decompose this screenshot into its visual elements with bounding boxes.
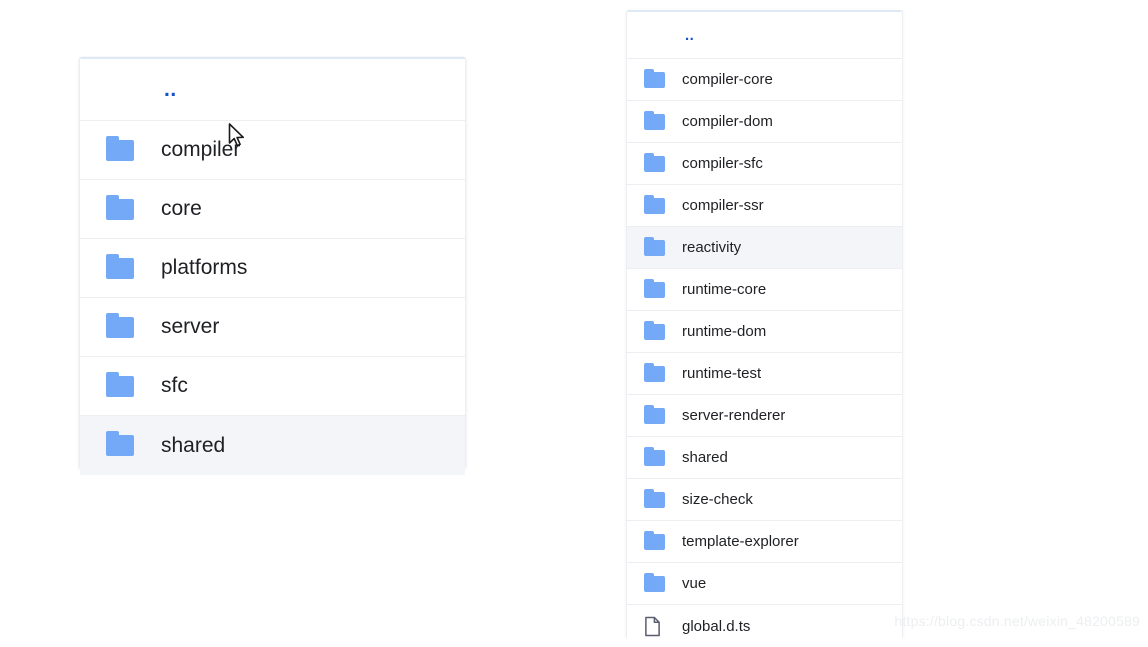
right-panel-list-item-label: compiler-ssr	[682, 197, 764, 214]
folder-icon	[644, 110, 682, 130]
folder-icon-glyph	[644, 110, 665, 130]
folder-icon	[644, 194, 682, 214]
folder-icon-glyph	[644, 572, 665, 592]
folder-icon-glyph	[106, 253, 134, 279]
folder-icon	[644, 446, 682, 466]
folder-icon-glyph	[106, 312, 134, 338]
folder-icon	[106, 135, 161, 161]
left-panel-list-item-label: sfc	[161, 374, 188, 397]
right-panel-parent-dir-link[interactable]: ..	[682, 28, 694, 43]
left-panel-list-item[interactable]: compiler	[80, 121, 465, 180]
right-panel-list-item[interactable]: compiler-sfc	[627, 143, 902, 185]
folder-icon-glyph	[644, 320, 665, 340]
folder-icon	[644, 152, 682, 172]
left-panel-list-item[interactable]: sfc	[80, 357, 465, 416]
folder-icon-glyph	[644, 446, 665, 466]
right-panel-list-item-label: runtime-core	[682, 281, 767, 298]
left-panel-list-item-label: server	[161, 315, 220, 338]
folder-icon-glyph	[644, 194, 665, 214]
right-panel-list-item[interactable]: runtime-core	[627, 269, 902, 311]
folder-icon-glyph	[644, 278, 665, 298]
right-panel-list-item-label: global.d.ts	[682, 617, 751, 635]
right-panel-list-item-label: compiler-core	[682, 71, 773, 88]
file-list-panel-right[interactable]: .. compiler-core compiler-dom compiler-sfc c…	[626, 10, 903, 647]
right-panel-list-item[interactable]: runtime-dom	[627, 311, 902, 353]
right-panel-list-item[interactable]: vue	[627, 563, 902, 605]
folder-icon	[106, 194, 161, 220]
right-panel-list-item-label: runtime-dom	[682, 323, 767, 340]
left-panel-list-item[interactable]: shared	[80, 416, 465, 475]
folder-icon	[644, 488, 682, 508]
folder-icon-glyph	[644, 152, 665, 172]
right-panel-list-item[interactable]: runtime-test	[627, 353, 902, 395]
right-panel-list-item-label: template-explorer	[682, 533, 799, 550]
file-icon	[644, 616, 682, 637]
watermark-url: https://blog.csdn.net/weixin_48200589	[894, 613, 1140, 629]
folder-icon-glyph	[106, 135, 134, 161]
folder-icon	[106, 371, 161, 397]
folder-icon	[106, 312, 161, 338]
left-panel-list-item-label: compiler	[161, 138, 241, 161]
left-panel-list-item-label: core	[161, 197, 202, 220]
right-panel-list-item-label: server-renderer	[682, 407, 786, 424]
folder-icon	[644, 68, 682, 88]
left-panel-list-item[interactable]: server	[80, 298, 465, 357]
right-panel-list-item-label: shared	[682, 449, 728, 466]
right-panel-list-item[interactable]: compiler-core	[627, 59, 902, 101]
right-panel-list-item[interactable]: compiler-ssr	[627, 185, 902, 227]
right-panel-list-item[interactable]: global.d.ts	[627, 605, 902, 647]
folder-icon-glyph	[644, 68, 665, 88]
left-panel-parent-dir-row[interactable]: ..	[80, 59, 465, 121]
folder-icon	[644, 320, 682, 340]
right-panel-list-item-label: vue	[682, 575, 707, 592]
folder-icon-glyph	[106, 431, 134, 456]
folder-icon	[644, 572, 682, 592]
folder-icon	[644, 404, 682, 424]
folder-icon	[106, 431, 161, 456]
folder-icon	[644, 236, 682, 256]
folder-icon	[106, 253, 161, 279]
folder-icon-glyph	[106, 371, 134, 397]
left-panel-parent-dir-link[interactable]: ..	[161, 79, 177, 100]
right-panel-parent-dir-row[interactable]: ..	[627, 12, 902, 59]
right-panel-list-item-label: compiler-sfc	[682, 155, 763, 172]
left-panel-list-item[interactable]: platforms	[80, 239, 465, 298]
folder-icon-glyph	[644, 530, 665, 550]
right-panel-list-item-label: reactivity	[682, 239, 742, 256]
file-list-panel-left[interactable]: .. compiler core platforms server sfc shared	[79, 57, 466, 475]
folder-icon	[644, 362, 682, 382]
folder-icon-glyph	[644, 488, 665, 508]
right-panel-list-item-label: size-check	[682, 491, 753, 508]
right-panel-list-item[interactable]: reactivity	[627, 227, 902, 269]
left-panel-list-item-label: platforms	[161, 256, 248, 279]
folder-icon	[644, 278, 682, 298]
folder-icon-glyph	[644, 236, 665, 256]
file-icon-glyph	[644, 616, 682, 637]
left-panel-list-item-label: shared	[161, 433, 226, 457]
right-panel-list-item-label: compiler-dom	[682, 113, 773, 130]
folder-icon	[644, 530, 682, 550]
folder-icon-glyph	[106, 194, 134, 220]
right-panel-list-item[interactable]: compiler-dom	[627, 101, 902, 143]
folder-icon-glyph	[644, 404, 665, 424]
right-panel-list-item[interactable]: server-renderer	[627, 395, 902, 437]
left-panel-list-item[interactable]: core	[80, 180, 465, 239]
right-panel-list-item-label: runtime-test	[682, 365, 762, 382]
folder-icon-glyph	[644, 362, 665, 382]
right-panel-list-item[interactable]: size-check	[627, 479, 902, 521]
right-panel-list-item[interactable]: shared	[627, 437, 902, 479]
right-panel-list-item[interactable]: template-explorer	[627, 521, 902, 563]
